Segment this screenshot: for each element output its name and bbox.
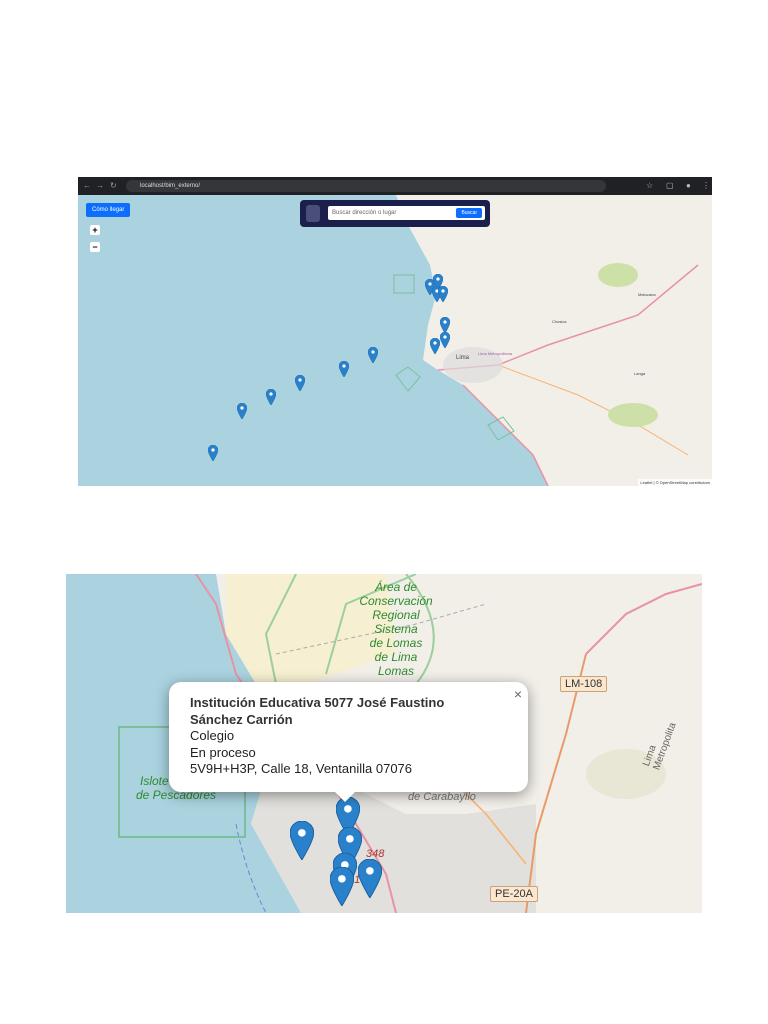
area-label-line: Conservación (359, 594, 433, 608)
map-label-chosica: Chosica (552, 319, 567, 324)
map-marker-icon[interactable] (437, 285, 449, 307)
map-label-langa: Langa (634, 371, 646, 376)
map-attribution[interactable]: Leaflet | © OpenStreetMap contributors (638, 479, 712, 486)
back-icon[interactable]: ← (83, 181, 91, 190)
search-placeholder: Buscar dirección o lugar (332, 210, 397, 216)
document-page: ← → ↻ localhost/bim_externo/ ☆ ▢ ● ⋮ Lim… (0, 0, 768, 1024)
map-marker-icon[interactable] (357, 858, 383, 903)
map-marker-icon[interactable] (207, 444, 219, 466)
address-bar[interactable]: localhost/bim_externo/ (126, 180, 606, 192)
zoom-in-button[interactable]: + (90, 225, 100, 235)
map-marker-icon[interactable] (329, 866, 355, 911)
map-marker-icon[interactable] (338, 360, 350, 382)
map-marker-icon[interactable] (429, 337, 441, 359)
map-label-lima-metro: Lima Metropolitana (478, 351, 513, 356)
search-panel: Buscar dirección o lugar Buscar (300, 200, 490, 227)
road-shield-pe20a: PE-20A (490, 886, 538, 902)
zoom-out-button[interactable]: − (90, 242, 100, 252)
profile-avatar-icon[interactable]: ● (686, 181, 691, 190)
browser-toolbar: ← → ↻ localhost/bim_externo/ ☆ ▢ ● ⋮ (78, 177, 712, 195)
close-icon[interactable]: × (514, 686, 522, 702)
conservation-area-label: Área de Conservación Regional Sistema de… (350, 580, 442, 678)
marker-popup: × Institución Educativa 5077 José Fausti… (169, 682, 528, 802)
area-label-line: Sistema (374, 622, 418, 636)
map-marker-icon[interactable] (236, 402, 248, 424)
forward-icon[interactable]: → (96, 181, 104, 190)
leaflet-map[interactable]: Lima Lima Metropolitana Chosica Matucana… (78, 195, 712, 486)
islote-label: Islote (140, 774, 169, 788)
area-label-line: Regional (372, 608, 420, 622)
map-marker-icon[interactable] (289, 820, 315, 865)
how-to-get-there-button[interactable]: Cómo llegar (86, 203, 131, 217)
map-screenshot-overview: ← → ↻ localhost/bim_externo/ ☆ ▢ ● ⋮ Lim… (78, 177, 712, 486)
map-marker-icon[interactable] (367, 346, 379, 368)
reload-icon[interactable]: ↻ (110, 181, 117, 190)
map-label-matucana: Matucana (638, 292, 656, 297)
popup-title: Institución Educativa 5077 José Faustino… (190, 695, 445, 727)
area-label-line: de Lomas (369, 636, 423, 650)
map-marker-icon[interactable] (294, 374, 306, 396)
road-shield-lm108: LM-108 (560, 676, 608, 692)
menu-icon[interactable]: ⋮ (702, 181, 710, 190)
area-label-line: Área de (374, 580, 418, 594)
land-area (393, 195, 712, 486)
area-label-line: Lomas (377, 664, 415, 678)
area-label-line: de Lima (374, 650, 418, 664)
search-input[interactable]: Buscar dirección o lugar Buscar (328, 206, 485, 220)
star-icon[interactable]: ☆ (646, 181, 653, 190)
map-screenshot-zoomed[interactable]: Área de Conservación Regional Sistema de… (66, 574, 702, 913)
map-marker-icon[interactable] (439, 331, 451, 353)
institution-logo (306, 205, 320, 222)
popup-type: Colegio (190, 728, 235, 743)
map-marker-icon[interactable] (265, 388, 277, 410)
popup-address: 5V9H+H3P, Calle 18, Ventanilla 07076 (190, 761, 413, 776)
carabayllo-label: de Carabayllo (408, 791, 476, 803)
map-label-lima: Lima (456, 355, 470, 361)
extensions-icon[interactable]: ▢ (666, 181, 674, 190)
popup-status: En proceso (190, 744, 256, 760)
search-button[interactable]: Buscar (456, 208, 482, 218)
